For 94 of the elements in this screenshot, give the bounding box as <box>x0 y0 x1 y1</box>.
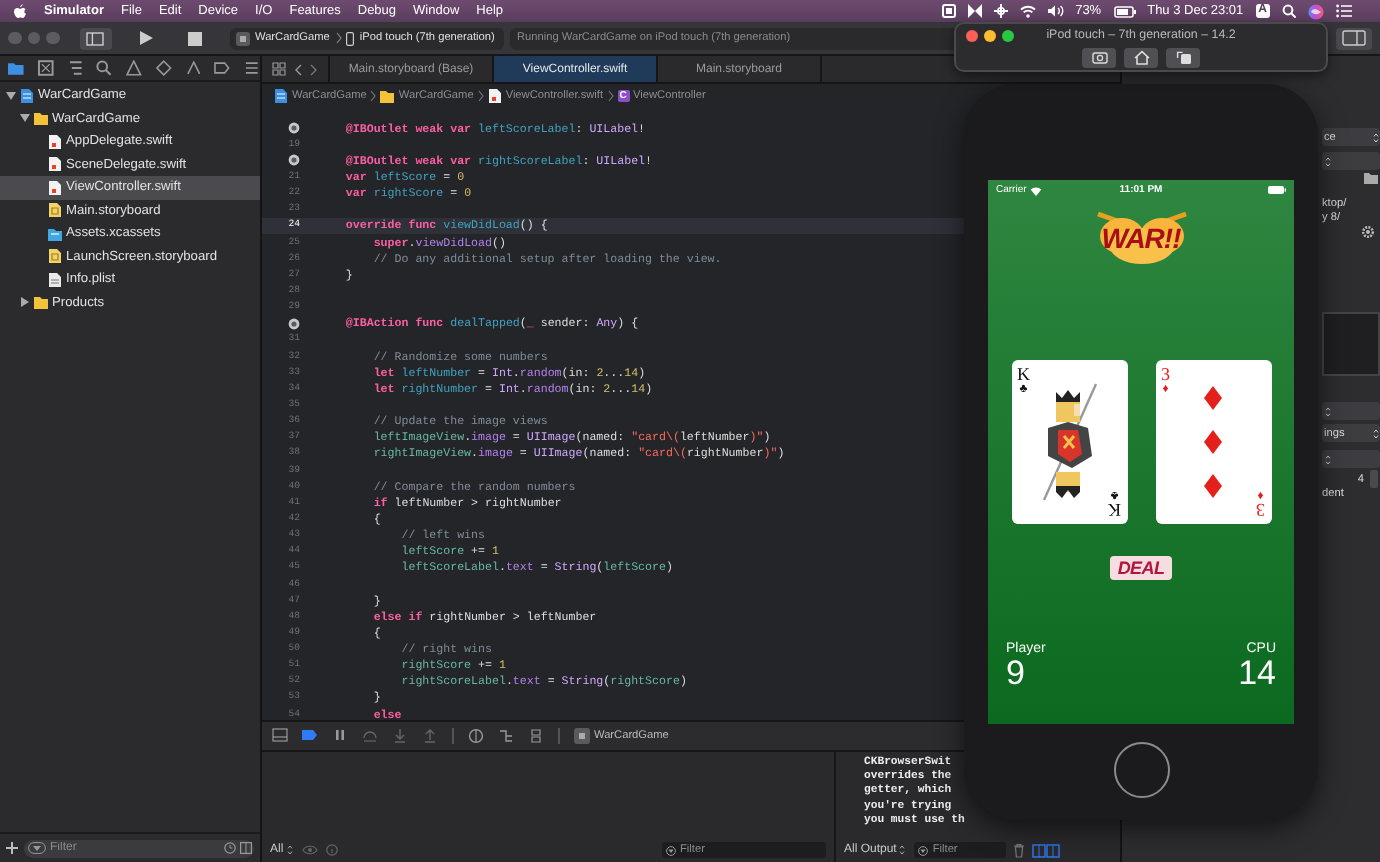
search-icon[interactable] <box>96 60 113 76</box>
folder-icon <box>34 294 48 311</box>
screenshot-button[interactable] <box>1082 48 1116 68</box>
wifi-icon <box>1030 185 1043 195</box>
search-icon[interactable] <box>1282 4 1296 18</box>
hierarchy-icon[interactable] <box>67 60 83 76</box>
circle-icon[interactable] <box>468 728 484 744</box>
split-square-icon[interactable] <box>239 842 251 854</box>
folder-icon[interactable] <box>8 60 24 76</box>
bowtie-icon[interactable] <box>967 4 982 18</box>
diamond-pip-icon <box>1204 474 1222 498</box>
square-icon[interactable] <box>941 4 956 18</box>
down-arrow-icon[interactable] <box>392 728 408 744</box>
filled-circle-icon[interactable] <box>288 154 300 167</box>
score-value: 14 <box>1238 656 1276 694</box>
deal-button[interactable]: DEAL <box>1109 556 1173 580</box>
filled-circle-icon[interactable] <box>288 122 300 135</box>
battery-icon <box>1268 186 1286 194</box>
plist-file-icon <box>48 271 62 288</box>
trash-icon[interactable] <box>1014 843 1025 857</box>
menu-icon[interactable] <box>1336 4 1352 18</box>
updown-chevron-icon <box>285 844 294 856</box>
split-view-icon[interactable] <box>1032 843 1061 857</box>
grid-icon[interactable] <box>272 62 286 76</box>
home-button[interactable] <box>1124 48 1158 68</box>
volume-icon[interactable] <box>1047 4 1064 18</box>
disclosure-triangle-icon[interactable] <box>6 91 16 100</box>
updown-chevron-icon <box>898 844 907 856</box>
pause-icon[interactable] <box>332 728 348 744</box>
filter-menu-icon[interactable] <box>666 845 676 855</box>
folder-icon <box>380 88 395 104</box>
clock-icon[interactable] <box>224 842 236 854</box>
siri-icon[interactable] <box>1308 3 1324 19</box>
rotate-button[interactable] <box>1166 48 1200 68</box>
chevron-right-icon <box>370 90 377 102</box>
filled-circle-icon[interactable] <box>288 317 300 330</box>
storyboard-file-icon <box>48 202 62 219</box>
updown-chevron-icon <box>1372 131 1380 143</box>
branch-icon[interactable] <box>498 728 514 744</box>
swift-file-icon <box>48 156 62 173</box>
house-icon <box>1133 50 1149 66</box>
folder-icon <box>34 110 48 127</box>
camera-icon <box>1091 50 1107 66</box>
battery-icon <box>1113 5 1136 17</box>
filter-menu-icon[interactable] <box>28 842 46 854</box>
card-rank: 3 <box>1256 500 1265 518</box>
panel-toggle-icon[interactable] <box>272 728 288 744</box>
eye-icon[interactable] <box>301 844 318 856</box>
tag-icon[interactable] <box>302 728 318 744</box>
filter-menu-icon[interactable] <box>918 845 929 855</box>
info-icon[interactable] <box>325 844 338 856</box>
stop-button[interactable] <box>187 31 201 45</box>
chevron-right-icon <box>607 90 614 102</box>
plus-icon[interactable] <box>6 842 18 854</box>
wifi-icon[interactable] <box>1019 4 1036 18</box>
app-target-icon <box>574 728 590 744</box>
home-button[interactable] <box>1113 742 1169 798</box>
rotate-icon <box>1175 50 1191 66</box>
sidebar-icon <box>1342 30 1366 46</box>
chevron-right-icon <box>335 32 342 44</box>
swift-file-icon <box>48 133 62 150</box>
swift-file-icon <box>48 179 62 196</box>
score-value: 9 <box>1006 656 1025 694</box>
crosshair-icon[interactable] <box>993 4 1008 18</box>
updown-chevron-icon <box>1372 427 1380 439</box>
warning-icon[interactable] <box>126 60 142 76</box>
sidebar-icon <box>86 31 104 45</box>
apple-logo-icon[interactable] <box>14 4 26 18</box>
diamond-pip-icon <box>1204 386 1222 410</box>
storyboard-file-icon <box>48 248 62 265</box>
tag-icon[interactable] <box>214 60 231 76</box>
diamond-pip-icon <box>1204 430 1222 454</box>
war-logo: WAR!! <box>1085 210 1197 266</box>
list-icon[interactable] <box>244 60 261 76</box>
project-file-icon <box>274 88 288 104</box>
chevron-right-icon <box>477 90 484 102</box>
swift-file-icon <box>487 88 502 104</box>
device-icon <box>345 31 354 45</box>
run-button[interactable] <box>137 30 153 46</box>
x-square-icon[interactable] <box>37 60 54 76</box>
card-rank: 3 <box>1161 366 1170 384</box>
card-rank: K <box>1017 366 1030 384</box>
disclosure-triangle-icon[interactable] <box>20 114 30 123</box>
sidebar-toggle-button[interactable] <box>79 27 111 49</box>
asset-folder-icon <box>48 225 62 242</box>
diamond-icon[interactable] <box>155 60 172 76</box>
project-file-icon <box>20 87 34 104</box>
up-arrow-icon[interactable] <box>422 728 438 744</box>
disclosure-triangle-icon[interactable] <box>21 297 29 308</box>
app-target-icon <box>235 31 249 45</box>
gear-icon[interactable] <box>1362 226 1374 238</box>
step-over-icon[interactable] <box>362 728 378 744</box>
card-rank: K <box>1108 500 1121 518</box>
inspector-toggle-button[interactable] <box>1336 27 1372 49</box>
